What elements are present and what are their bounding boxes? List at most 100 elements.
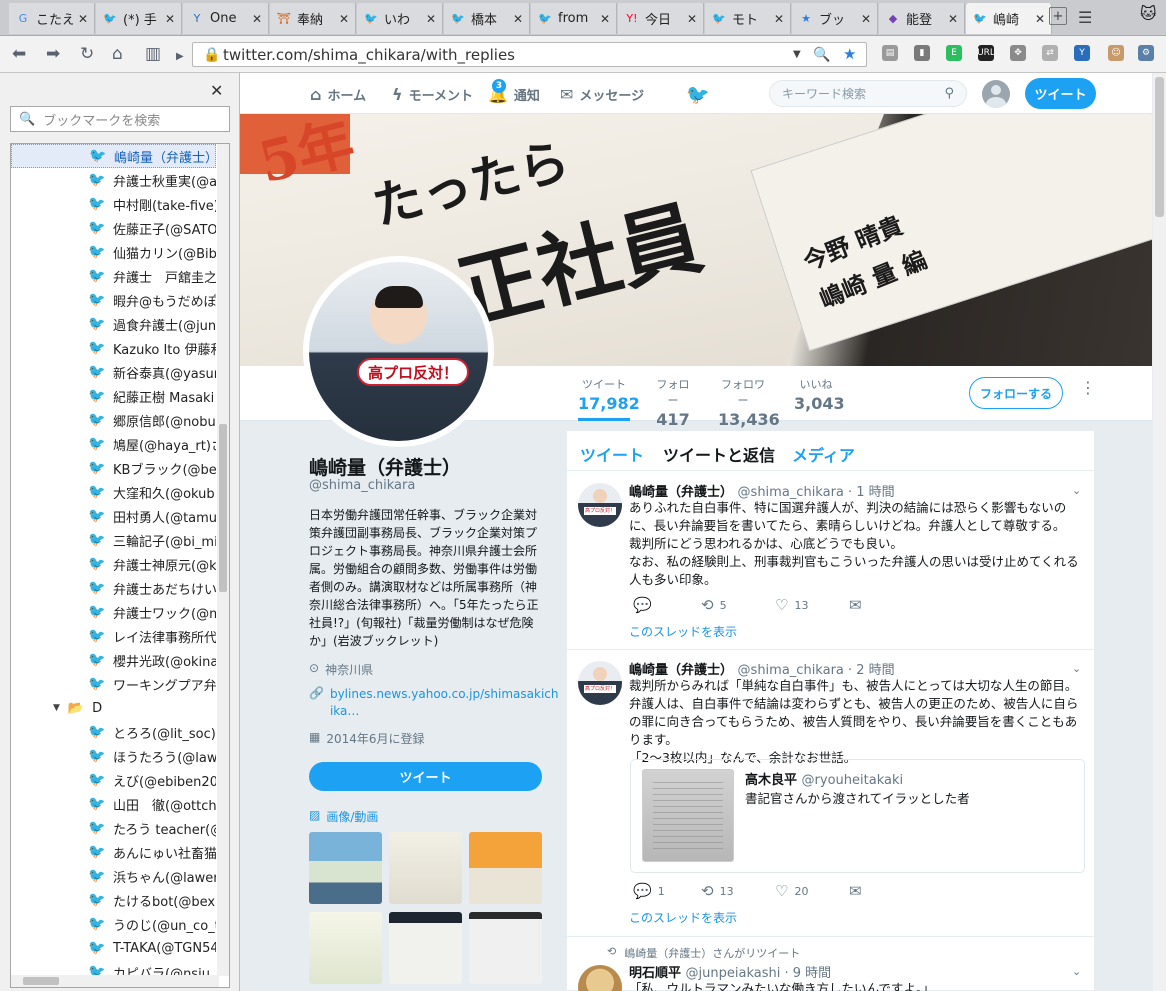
bookmark-item[interactable]: 🐦 過食弁護士(@jun <box>11 312 216 336</box>
bookmark-item[interactable]: 🐦 仙猫カリン(@Bibe <box>11 240 216 264</box>
close-tab-icon[interactable]: ✕ <box>252 12 262 26</box>
browser-tab[interactable]: 🐦 嶋崎 ✕ <box>966 3 1052 34</box>
bookmark-item[interactable]: 🐦 田村勇人(@tamu <box>11 504 216 528</box>
nav-home[interactable]: ⌂ ホーム <box>310 85 366 104</box>
expand-arrow-icon[interactable]: ▼ <box>53 703 60 713</box>
y-extension-icon[interactable]: Y <box>1074 45 1090 61</box>
bookmark-item[interactable]: 🐦 とろろ(@lit_soc)さ <box>11 720 216 744</box>
bookmark-item[interactable]: 🐦 中村剛(take-five) <box>11 192 216 216</box>
search-icon[interactable]: ⚲ <box>944 86 954 101</box>
more-icon[interactable]: ▶ <box>176 47 184 67</box>
bookmark-item[interactable]: 🐦 たろう teacher(@t <box>11 816 216 840</box>
bookmark-item[interactable]: 🐦 郷原信郎(@nobu <box>11 408 216 432</box>
nav-moments[interactable]: ϟ モーメント <box>392 85 473 104</box>
profile-link-text[interactable]: bylines.news.yahoo.co.jp/shimasakichika… <box>330 686 560 720</box>
bookmark-item[interactable]: 🐦 レイ法律事務所代 <box>11 624 216 648</box>
close-tab-icon[interactable]: ✕ <box>861 12 871 26</box>
close-tab-icon[interactable]: ✕ <box>78 12 88 26</box>
forward-icon[interactable]: ➡ <box>46 44 60 64</box>
close-tab-icon[interactable]: ✕ <box>774 12 784 26</box>
chevron-down-icon[interactable]: ⌄ <box>1072 484 1081 497</box>
browser-tab[interactable]: 🐦 モト ✕ <box>705 3 791 34</box>
show-thread-link[interactable]: このスレッドを表示 <box>629 909 737 926</box>
close-tab-icon[interactable]: ✕ <box>513 12 523 26</box>
profile-name[interactable]: 嶋崎量（弁護士） <box>309 453 461 480</box>
more-options-icon[interactable]: ⋮ <box>1080 378 1096 397</box>
like-button[interactable]: ♡ 13 <box>775 596 849 614</box>
media-thumbnail[interactable] <box>309 832 382 904</box>
tab-media[interactable]: メディア <box>792 442 855 466</box>
close-tab-icon[interactable]: ✕ <box>687 12 697 26</box>
quoted-tweet[interactable]: 高木良平 @ryouheitakaki 書記官さんから渡されてイラッとした者 <box>630 759 1085 873</box>
scrollbar-thumb[interactable] <box>23 977 59 985</box>
bookmark-search-input[interactable]: 🔍 ブックマークを検索 <box>10 106 230 132</box>
bookmark-item[interactable]: 🐦 弁護士あだちけい <box>11 576 216 600</box>
profile-avatar[interactable]: 高プロ反対！ <box>303 256 494 447</box>
tweet[interactable]: 嶋崎量（弁護士） @shima_chikara · 2 時間 ⌄ 裁判所からみれ… <box>567 650 1094 937</box>
browser-tab[interactable]: Y One ✕ <box>183 3 269 34</box>
tab-tweets[interactable]: ツイート <box>580 442 644 466</box>
nav-messages[interactable]: ✉ メッセージ <box>560 85 644 104</box>
retweet-button[interactable]: ⟲ 13 <box>701 882 775 900</box>
media-thumbnail[interactable] <box>309 912 382 984</box>
scrollbar-thumb[interactable] <box>219 424 227 592</box>
new-tab-button[interactable]: + <box>1049 7 1067 25</box>
media-thumbnail[interactable] <box>469 832 542 904</box>
tweet-avatar[interactable] <box>578 483 622 527</box>
account-avatar[interactable] <box>982 80 1010 108</box>
bookmark-item[interactable]: 🐦 たけるbot(@bexa <box>11 888 216 912</box>
bookmark-item[interactable]: 🐦 Kazuko Ito 伊藤和 <box>11 336 216 360</box>
gear-extension-icon[interactable]: ⚙ <box>1138 45 1154 61</box>
bookmark-item[interactable]: 🐦 浜ちゃん(@lawer_ <box>11 864 216 888</box>
page-scrollbar[interactable] <box>1153 73 1166 991</box>
tab-list-icon[interactable]: ☰ <box>1078 8 1092 27</box>
close-tab-icon[interactable]: ✕ <box>165 12 175 26</box>
bookmark-item[interactable]: 🐦 佐藤正子(@SATO <box>11 216 216 240</box>
bookmark-item[interactable]: 🐦 山田 徹(@ottch <box>11 792 216 816</box>
bookmark-item[interactable]: 🐦 大窪和久(@okub <box>11 480 216 504</box>
media-thumbnail[interactable] <box>389 912 462 984</box>
profile-extension-icon[interactable]: ☺ <box>1108 45 1124 61</box>
reader-icon[interactable]: ▤ <box>882 45 898 61</box>
bookmark-item[interactable]: 🐦 暇弁@もうだめぽ( <box>11 288 216 312</box>
browser-tab[interactable]: 🐦 いわ ✕ <box>357 3 443 34</box>
like-button[interactable]: ♡ 20 <box>775 882 849 900</box>
horizontal-scrollbar[interactable] <box>11 975 219 987</box>
bookmark-item[interactable]: 🐦 ほうたろう(@lawy <box>11 744 216 768</box>
tweet-author[interactable]: 嶋崎量（弁護士） @shima_chikara · 2 時間 <box>629 659 895 678</box>
stat-following[interactable]: フォロー 417 <box>654 376 692 429</box>
close-tab-icon[interactable]: ✕ <box>339 12 349 26</box>
vertical-scrollbar[interactable] <box>217 144 229 976</box>
back-icon[interactable]: ⬅ <box>12 44 26 64</box>
tweet[interactable]: 嶋崎量（弁護士） @shima_chikara · 1 時間 ⌄ ありふれた自白… <box>567 472 1094 650</box>
bookmark-tree[interactable]: 🐦カピバラ(@nsju🐦T-TAKA(@TGN54🐦うのじ(@un_co_th🐦… <box>10 143 230 988</box>
tweet-author[interactable]: 明石順平 @junpeiakashi · 9 時間 <box>629 962 831 981</box>
close-icon[interactable]: ✕ <box>210 81 223 100</box>
tab-tweets-and-replies[interactable]: ツイートと返信 <box>663 442 775 466</box>
bookmark-item[interactable]: 🐦 ワーキングプア弁 <box>11 672 216 696</box>
follow-button[interactable]: フォローする <box>969 377 1063 409</box>
tweet-avatar[interactable] <box>578 965 622 991</box>
bookmark-item[interactable]: 🐦 弁護士神原元(@k <box>11 552 216 576</box>
bookmark-item[interactable]: 🐦 櫻井光政(@okina <box>11 648 216 672</box>
browser-tab[interactable]: G こたえ ✕ <box>9 3 95 34</box>
browser-tab[interactable]: Y! 今日 ✕ <box>618 3 704 34</box>
bookmark-star-icon[interactable]: ★ <box>843 45 856 63</box>
chevron-down-icon[interactable]: ⌄ <box>1072 662 1081 675</box>
bookmark-item[interactable]: 🐦 T-TAKA(@TGN54 <box>11 936 216 960</box>
bookmarks-panel-icon[interactable]: ▥ <box>145 44 161 64</box>
dm-button[interactable]: ✉ <box>849 882 862 900</box>
bookmark-item[interactable]: 🐦 うのじ(@un_co_th <box>11 912 216 936</box>
bookmark-item[interactable]: 🐦 弁護士秋重実(@a <box>11 168 216 192</box>
bookmark-item[interactable]: 🐦 紀藤正樹 Masaki <box>11 384 216 408</box>
extension-mascot-icon[interactable]: 🐱 <box>1140 4 1157 23</box>
reply-button[interactable]: 💬 1 <box>633 882 701 900</box>
bookmark-item[interactable]: 🐦 弁護士 戸舘圭之 <box>11 264 216 288</box>
browser-tab[interactable]: ◆ 能登 ✕ <box>879 3 965 34</box>
twitter-search-input[interactable]: キーワード検索 ⚲ <box>769 80 967 107</box>
dm-button[interactable]: ✉ <box>849 596 862 614</box>
stat-tweets[interactable]: ツイート 17,982 <box>578 376 640 421</box>
reply-button[interactable]: 💬 <box>633 596 701 614</box>
show-thread-link[interactable]: このスレッドを表示 <box>629 623 737 640</box>
close-tab-icon[interactable]: ✕ <box>948 12 958 26</box>
